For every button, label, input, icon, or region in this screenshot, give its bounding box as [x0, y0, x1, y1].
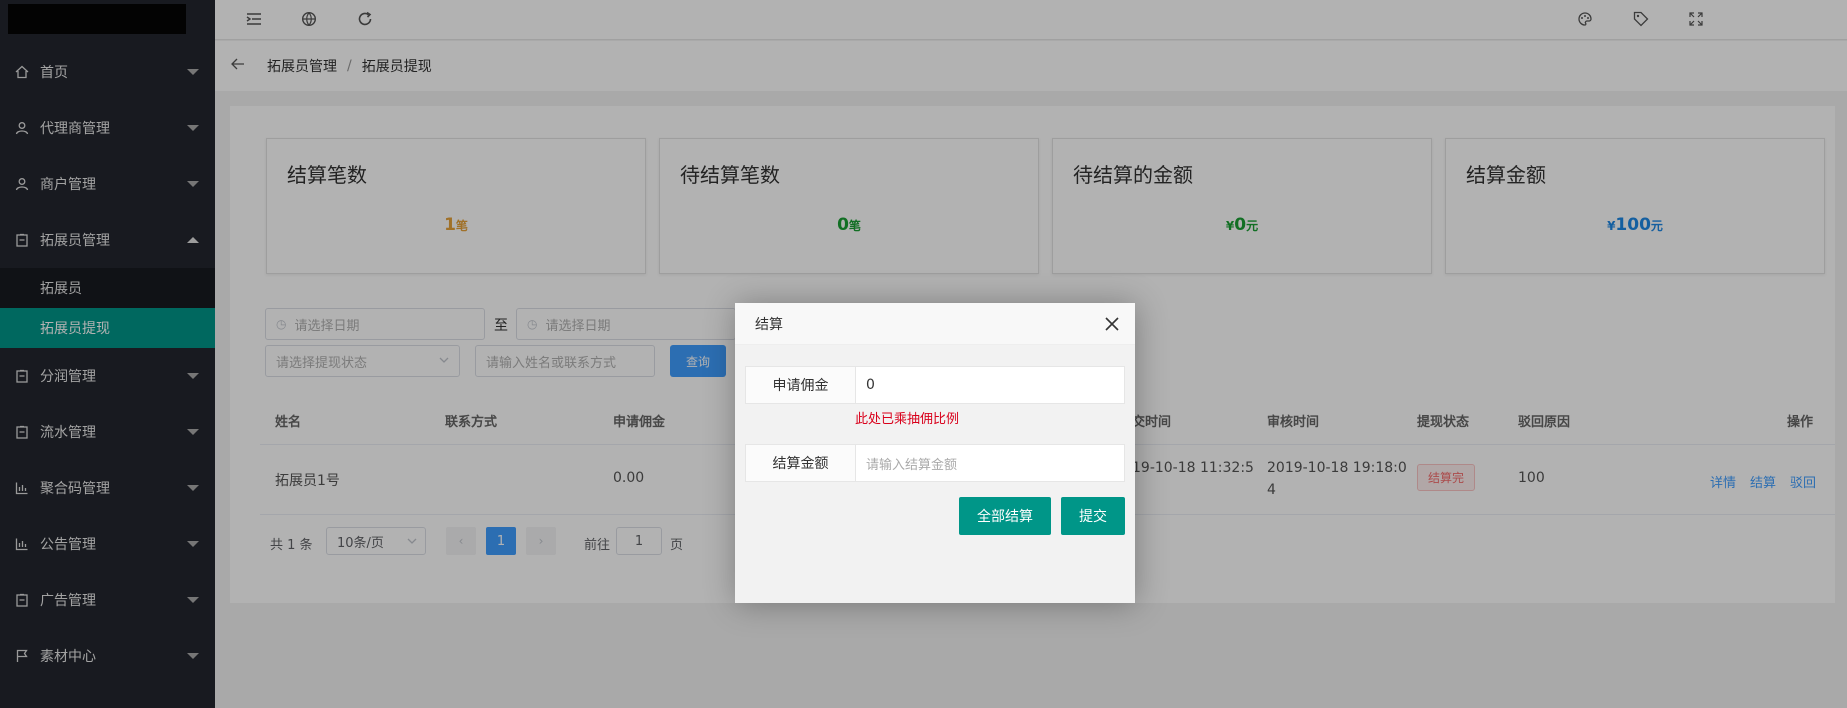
dialog-title: 结算: [755, 316, 783, 333]
dialog-header: 结算: [735, 303, 1135, 345]
commission-field[interactable]: 0: [856, 367, 1124, 403]
amount-field[interactable]: 请输入结算金额: [856, 445, 1124, 481]
commission-row: 申请佣金 0: [745, 366, 1125, 404]
commission-label: 申请佣金: [746, 367, 856, 403]
submit-button[interactable]: 提交: [1061, 497, 1125, 535]
amount-row: 结算金额 请输入结算金额: [745, 444, 1125, 482]
settle-dialog: 结算 申请佣金 0 此处已乘抽佣比例 结算金额 请输入结算金额 全部结算 提交: [735, 303, 1135, 603]
settle-all-button[interactable]: 全部结算: [959, 497, 1051, 535]
amount-label: 结算金额: [746, 445, 856, 481]
commission-hint: 此处已乘抽佣比例: [855, 412, 960, 427]
close-icon[interactable]: [1103, 315, 1121, 333]
